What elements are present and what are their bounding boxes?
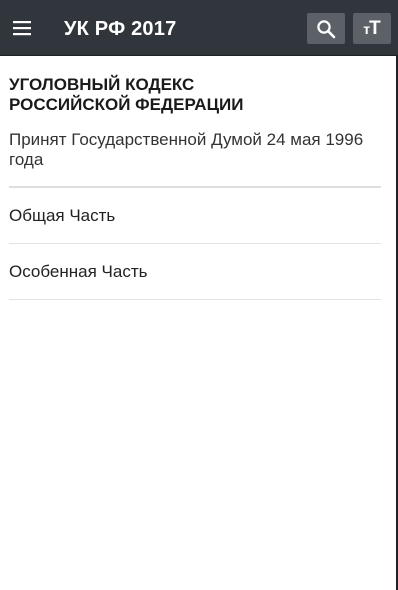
document-subtitle: Принят Государственной Думой 24 мая 1996… <box>9 130 364 169</box>
menu-button[interactable] <box>8 14 36 42</box>
search-icon <box>317 19 336 38</box>
hamburger-menu-icon <box>13 21 31 36</box>
app-screen: УК РФ 2017 тТ УГОЛОВНЫЙ КОДЕКС РОССИЙСКО… <box>0 0 398 590</box>
document-title: УГОЛОВНЫЙ КОДЕКС РОССИЙСКОЙ ФЕДЕРАЦИИ <box>9 75 381 115</box>
document-title-line1: УГОЛОВНЫЙ КОДЕКС <box>9 75 195 94</box>
app-title: УК РФ 2017 <box>64 18 177 40</box>
section-item-general[interactable]: Общая Часть <box>9 188 381 244</box>
main-content: УГОЛОВНЫЙ КОДЕКС РОССИЙСКОЙ ФЕДЕРАЦИИ Пр… <box>9 56 381 300</box>
text-size-icon: тТ <box>363 18 381 39</box>
text-size-button[interactable]: тТ <box>353 13 391 44</box>
search-button[interactable] <box>307 13 345 44</box>
app-bar: УК РФ 2017 тТ <box>0 0 398 56</box>
document-title-line2: РОССИЙСКОЙ ФЕДЕРАЦИИ <box>9 95 244 114</box>
section-item-special[interactable]: Особенная Часть <box>9 244 381 300</box>
